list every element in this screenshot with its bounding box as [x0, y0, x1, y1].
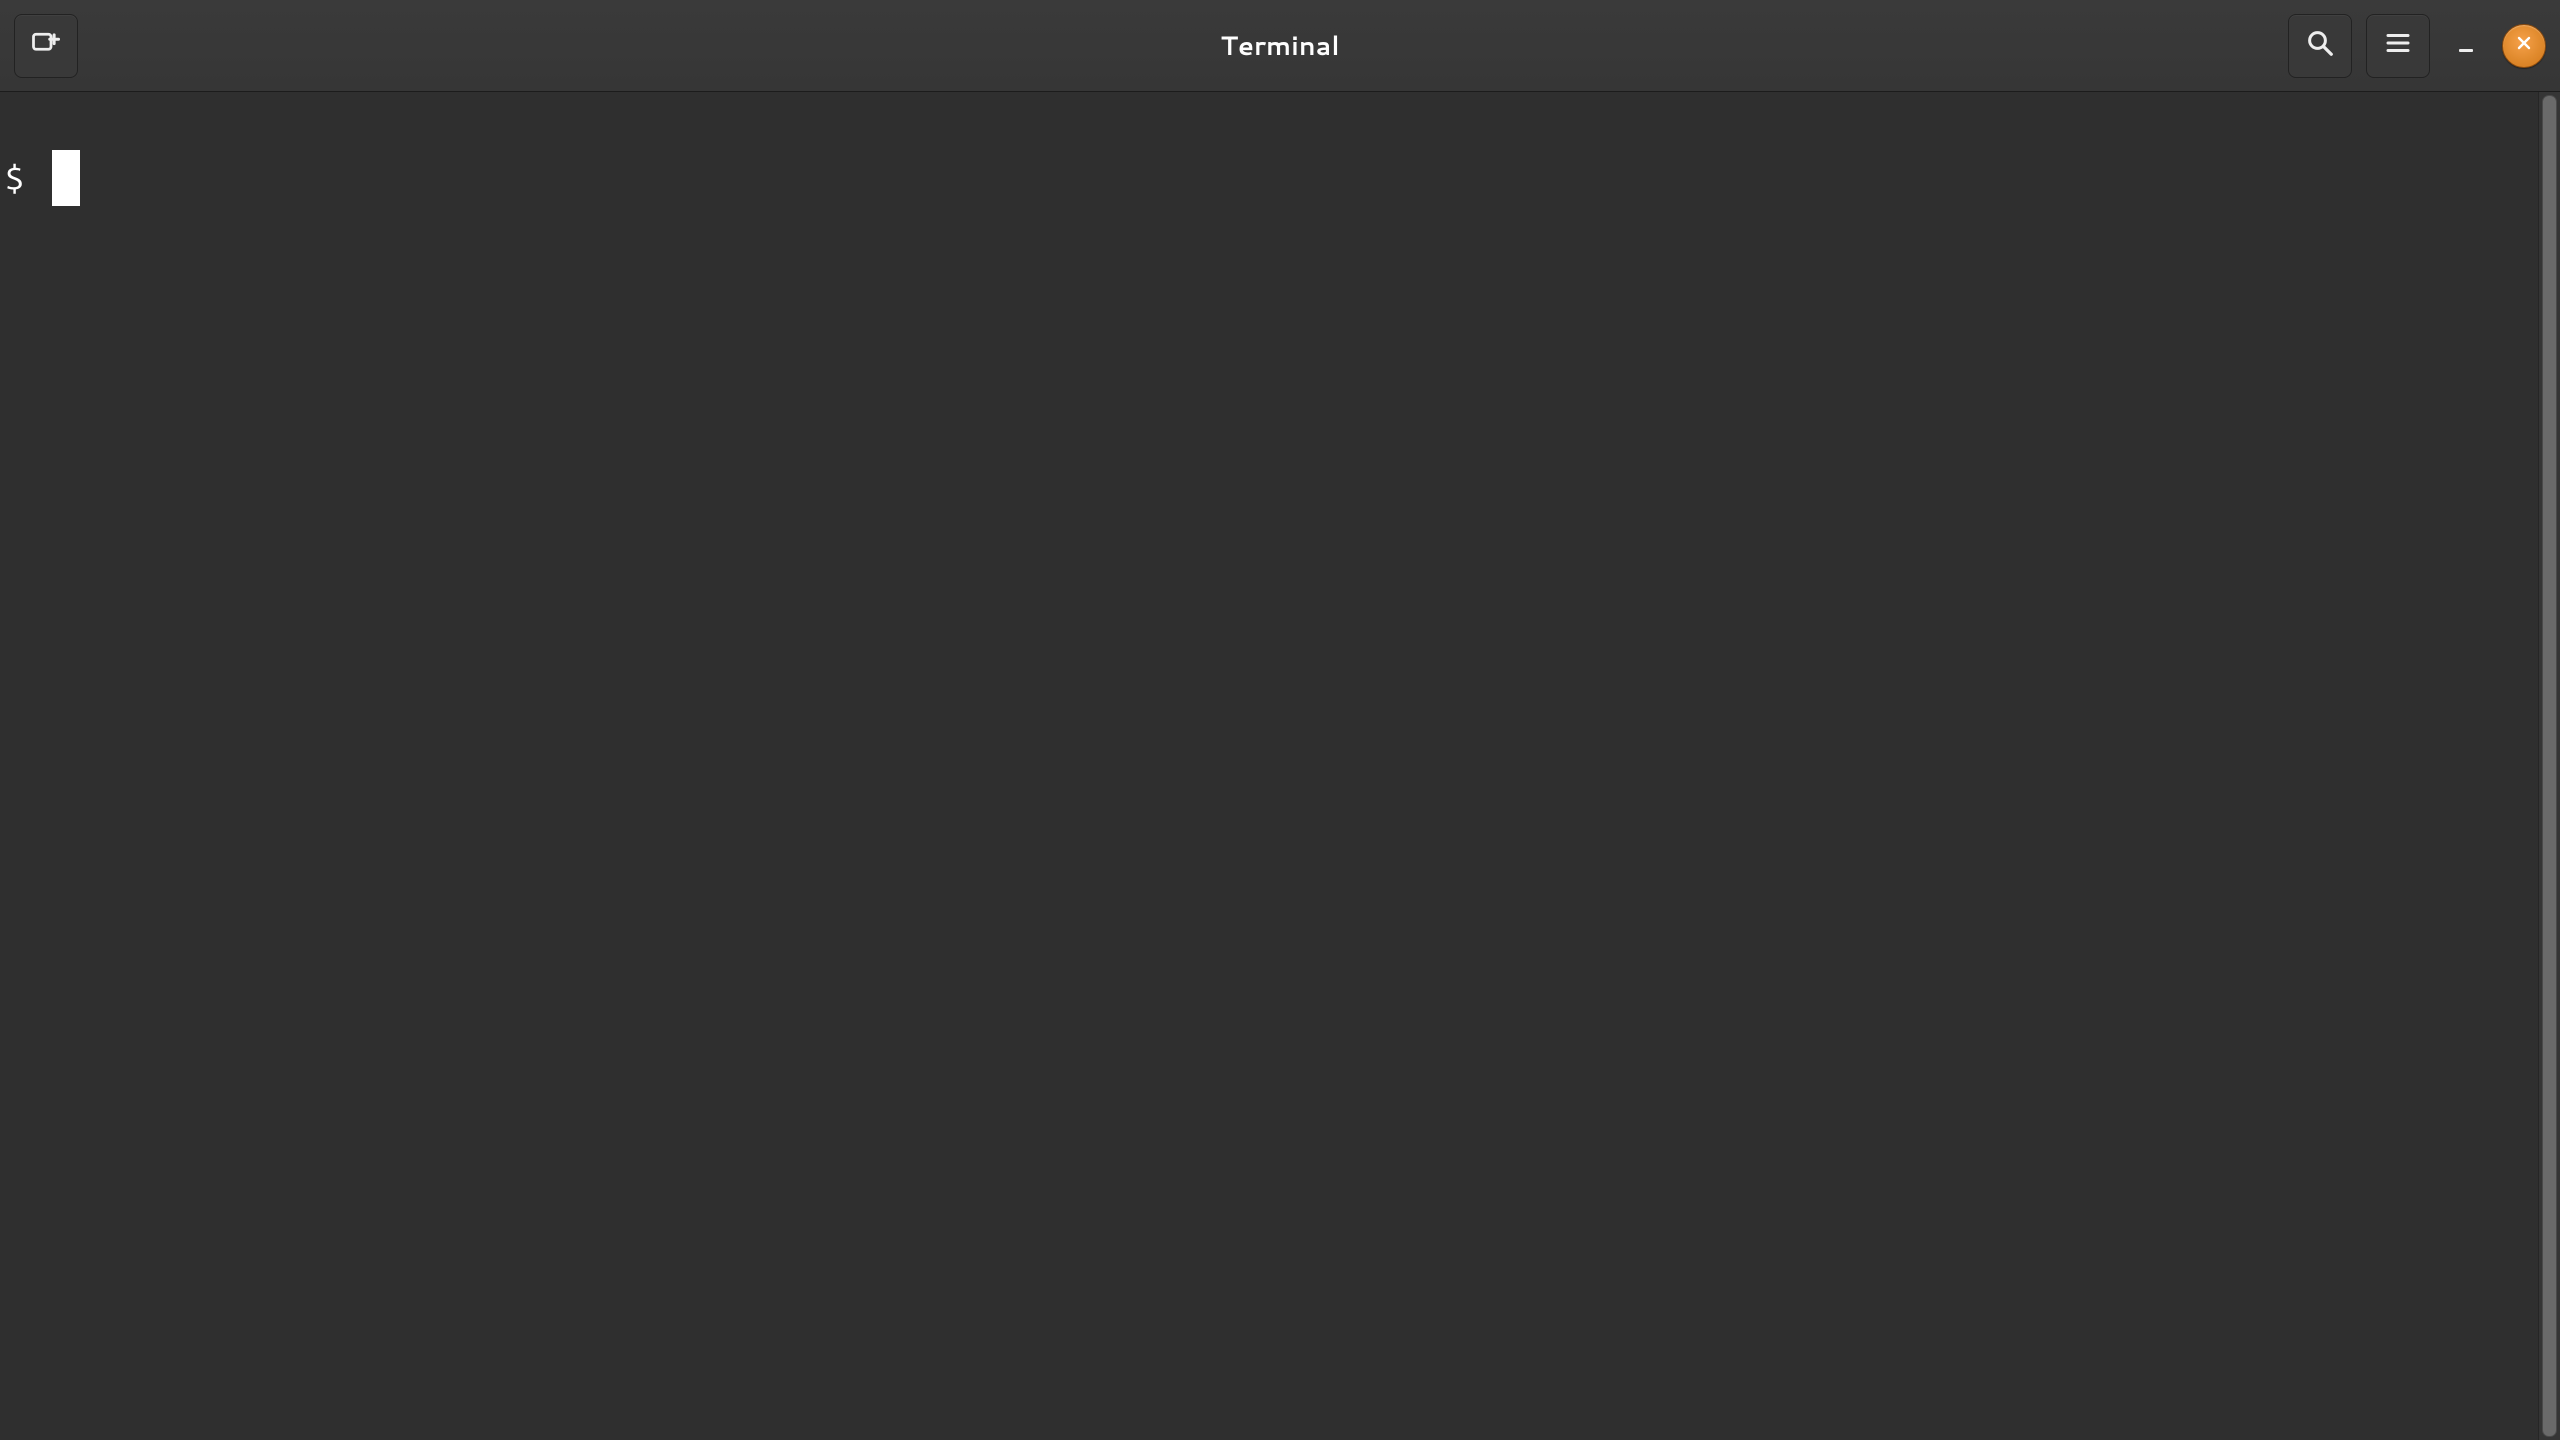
- new-tab-button[interactable]: [14, 14, 78, 78]
- vertical-scrollbar[interactable]: [2538, 92, 2560, 1440]
- search-icon: [2305, 28, 2335, 64]
- minimize-icon: [2459, 39, 2473, 52]
- cursor: [52, 150, 80, 206]
- shell-prompt: $: [3, 150, 24, 206]
- titlebar: Terminal: [0, 0, 2560, 92]
- window-title: Terminal: [1220, 28, 1339, 64]
- scrollbar-thumb[interactable]: [2542, 95, 2557, 1437]
- terminal-line: $: [3, 150, 2557, 206]
- titlebar-center: Terminal: [1220, 28, 1339, 64]
- new-tab-icon: [31, 28, 61, 64]
- titlebar-left-group: [14, 14, 78, 78]
- terminal-viewport[interactable]: $: [0, 92, 2560, 1440]
- search-button[interactable]: [2288, 14, 2352, 78]
- hamburger-menu-icon: [2383, 28, 2413, 64]
- close-icon: [2516, 34, 2532, 57]
- minimize-button[interactable]: [2444, 24, 2488, 68]
- close-button[interactable]: [2502, 24, 2546, 68]
- titlebar-right-group: [2288, 14, 2546, 78]
- hamburger-menu-button[interactable]: [2366, 14, 2430, 78]
